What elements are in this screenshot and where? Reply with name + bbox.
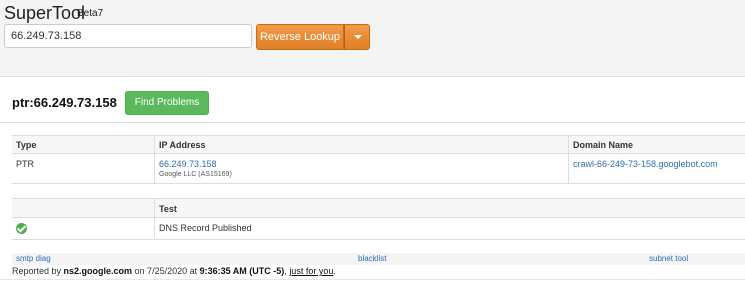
report-period: . [333, 266, 336, 276]
report-line: Reported by ns2.google.com on 7/25/2020 … [12, 266, 336, 276]
column-divider [154, 135, 155, 183]
find-problems-button[interactable]: Find Problems [125, 91, 209, 115]
record-type: PTR [16, 159, 34, 169]
test-row: DNS Record Published [12, 217, 745, 240]
app-version: Beta7 [77, 8, 104, 19]
subnet-tool-link[interactable]: subnet tool [649, 254, 688, 263]
records-table: Type IP Address Domain Name PTR 66.249.7… [12, 135, 745, 184]
col-header-ip: IP Address [159, 140, 206, 150]
report-date: on 7/25/2020 at [132, 266, 200, 276]
tests-table: Test DNS Record Published [12, 198, 745, 240]
test-name: DNS Record Published [159, 223, 252, 233]
record-domain-link[interactable]: crawl-66-249-73-158.googlebot.com [573, 159, 718, 169]
divider [0, 122, 745, 123]
column-divider [568, 135, 569, 183]
just-for-you-link[interactable]: just for you [289, 266, 333, 276]
divider [0, 279, 745, 280]
app-title: SuperTool [4, 3, 86, 23]
lookup-button-group: Reverse Lookup [256, 24, 370, 50]
check-circle-icon [16, 223, 27, 234]
result-title: ptr:66.249.73.158 [12, 95, 117, 110]
col-header-domain: Domain Name [573, 140, 634, 150]
col-header-test: Test [159, 204, 177, 214]
table-row: PTR 66.249.73.158 Google LLC (AS15169) c… [12, 153, 745, 184]
caret-down-icon [354, 35, 362, 39]
blacklist-link[interactable]: blacklist [358, 254, 386, 263]
lookup-dropdown-button[interactable] [344, 24, 370, 50]
lookup-input[interactable] [4, 24, 252, 48]
table-header-row: Type IP Address Domain Name [12, 135, 745, 153]
report-prefix: Reported by [12, 266, 64, 276]
toolbar: SuperTool Beta7 Reverse Lookup [0, 0, 745, 76]
divider [0, 76, 745, 77]
col-header-type: Type [16, 140, 37, 150]
record-ip-link[interactable]: 66.249.73.158 [159, 159, 217, 169]
report-time: 9:36:35 AM (UTC -5) [199, 266, 285, 276]
record-asn: Google LLC (AS15169) [159, 171, 232, 178]
report-server: ns2.google.com [63, 266, 133, 276]
test-header-row: Test [12, 198, 745, 217]
column-divider [154, 198, 155, 238]
smtp-diag-link[interactable]: smtp diag [16, 254, 51, 263]
footer-links: smtp diag blacklist subnet tool [12, 253, 745, 265]
reverse-lookup-button[interactable]: Reverse Lookup [256, 24, 344, 50]
